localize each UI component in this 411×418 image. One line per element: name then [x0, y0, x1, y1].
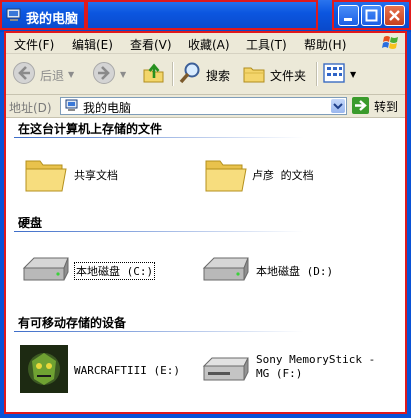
back-dropdown-arrow-icon[interactable]: ▼ — [68, 70, 74, 79]
address-label: 地址(D) — [9, 101, 52, 115]
window-client-area: 文件(F) 编辑(E) 查看(V) 收藏(A) 工具(T) 帮助(H) 后退 ▼ — [4, 31, 407, 414]
chevron-down-icon — [333, 103, 343, 110]
group-divider — [14, 331, 304, 332]
group-title-hard-disks: 硬盘 — [18, 216, 43, 230]
up-folder-button[interactable] — [142, 61, 168, 87]
go-label: 转到 — [374, 100, 399, 114]
hard-drive-icon — [22, 257, 69, 281]
title-highlight-frame — [0, 0, 86, 30]
menu-edit[interactable]: 编辑(E) — [72, 36, 113, 53]
item-label: 卢彦 的文档 — [252, 169, 314, 182]
search-label: 搜索 — [206, 69, 231, 83]
local-disk-d-item[interactable]: 本地磁盘 (D:) — [200, 250, 370, 294]
menu-favorites[interactable]: 收藏(A) — [188, 36, 230, 53]
close-button[interactable] — [384, 5, 405, 26]
menu-tools[interactable]: 工具(T) — [246, 36, 287, 53]
title-drag-area-frame — [86, 0, 318, 30]
item-label: 本地磁盘 (D:) — [256, 265, 334, 278]
views-icon — [323, 63, 345, 83]
menu-help[interactable]: 帮助(H) — [304, 36, 346, 53]
menu-file[interactable]: 文件(F) — [14, 36, 54, 53]
address-bar: 地址(D) 我的电脑 转到 — [6, 95, 405, 118]
local-disk-c-item[interactable]: 本地磁盘 (C:) — [20, 250, 170, 294]
explorer-window: 我的电脑 文件(F) 编辑(E) 查看(V) 收藏(A) 工具(T) 帮助(H) — [0, 0, 411, 418]
my-computer-icon — [65, 99, 78, 111]
back-label: 后退 — [40, 69, 65, 83]
folders-label: 文件夹 — [270, 69, 307, 83]
toolbar-separator — [172, 62, 174, 86]
standard-toolbar: 后退 ▼ ▼ 搜索 文件夹 ▼ — [6, 54, 405, 95]
views-button[interactable]: ▼ — [322, 61, 360, 87]
windows-logo-icon — [382, 36, 398, 49]
up-folder-icon — [143, 63, 164, 83]
close-icon — [389, 10, 400, 21]
toolbar-separator — [316, 62, 318, 86]
forward-arrow-icon — [93, 62, 115, 84]
go-button[interactable]: 转到 — [352, 97, 402, 115]
item-label: 共享文档 — [74, 169, 118, 182]
forward-button[interactable]: ▼ — [92, 61, 134, 87]
cd-drive-icon — [20, 345, 68, 393]
item-label: WARCRAFTIII (E:) — [74, 364, 180, 377]
forward-dropdown-arrow-icon[interactable]: ▼ — [120, 70, 126, 79]
item-label-line1: Sony MemoryStick - — [256, 353, 376, 366]
item-label: 本地磁盘 (C:) — [74, 262, 156, 280]
user-documents-item[interactable]: 卢彦 的文档 — [202, 153, 372, 197]
views-dropdown-arrow-icon[interactable]: ▼ — [350, 70, 356, 79]
search-button[interactable]: 搜索 — [178, 61, 234, 87]
item-label-line2: MG (F:) — [256, 367, 303, 380]
removable-drive-icon — [202, 357, 249, 381]
group-title-removable-storage: 有可移动存储的设备 — [18, 316, 127, 330]
folder-icon — [205, 160, 247, 192]
maximize-icon — [365, 9, 378, 22]
menu-view[interactable]: 查看(V) — [130, 36, 172, 53]
back-arrow-icon — [13, 62, 35, 84]
shared-documents-item[interactable]: 共享文档 — [22, 153, 172, 197]
address-dropdown-button[interactable] — [331, 99, 345, 113]
group-divider — [14, 231, 304, 232]
hard-drive-icon — [202, 257, 249, 281]
back-button[interactable]: 后退 ▼ — [12, 61, 74, 87]
folders-icon — [243, 67, 265, 83]
go-arrow-icon — [352, 97, 369, 114]
file-view: 在这台计算机上存储的文件 共享文档 卢彦 的文档 硬盘 本地磁盘 (C:) 本地… — [6, 118, 405, 412]
title-bar[interactable]: 我的电脑 — [0, 0, 411, 32]
group-title-stored-files: 在这台计算机上存储的文件 — [18, 122, 163, 136]
folder-icon — [25, 160, 67, 192]
minimize-button[interactable] — [338, 5, 359, 26]
address-input[interactable]: 我的电脑 — [60, 97, 347, 115]
folders-button[interactable]: 文件夹 — [242, 61, 312, 87]
maximize-button[interactable] — [361, 5, 382, 26]
address-value: 我的电脑 — [83, 101, 132, 115]
memorystick-drive-item[interactable]: Sony MemoryStick - MG (F:) — [200, 350, 400, 394]
warcraft-cd-drive-item[interactable]: WARCRAFTIII (E:) — [20, 345, 200, 395]
search-icon — [179, 62, 200, 84]
minimize-icon — [344, 18, 352, 21]
menu-bar: 文件(F) 编辑(E) 查看(V) 收藏(A) 工具(T) 帮助(H) — [6, 33, 405, 54]
group-divider — [14, 137, 304, 138]
